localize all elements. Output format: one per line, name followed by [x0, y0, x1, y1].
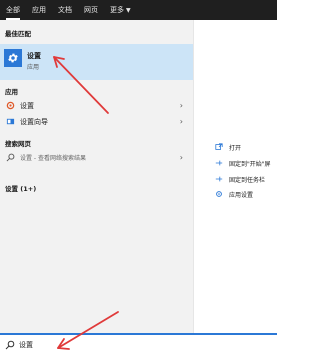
- tab-apps[interactable]: 应用: [26, 0, 52, 20]
- tab-all[interactable]: 全部: [0, 0, 26, 20]
- chevron-right-icon: ›: [179, 117, 183, 126]
- action-app-settings[interactable]: 应用设置: [214, 188, 253, 200]
- chevron-right-icon: ›: [179, 153, 183, 162]
- tab-more[interactable]: 更多 ▼: [104, 0, 137, 20]
- web-result[interactable]: 设置 - 查看网络搜索结果 ›: [0, 150, 193, 165]
- best-match-item[interactable]: 设置 应用: [0, 44, 193, 80]
- app-result-setup-wizard[interactable]: 设置向导 ›: [0, 114, 193, 129]
- pin-icon: [214, 175, 223, 184]
- action-pin-start[interactable]: 固定到"开始"屏: [214, 157, 271, 169]
- section-best-match: 最佳匹配: [5, 30, 31, 38]
- settings-app-icon: [5, 101, 15, 111]
- detail-pane: 打开 固定到"开始"屏 固定到任务栏 应用设置: [193, 20, 278, 333]
- search-box[interactable]: [0, 333, 277, 354]
- gear-icon: [214, 190, 223, 199]
- chevron-down-icon: ▼: [126, 6, 131, 14]
- search-input[interactable]: [19, 340, 259, 349]
- pin-icon: [214, 159, 223, 168]
- section-settings[interactable]: 设置 (1+): [5, 183, 36, 193]
- results-pane: 最佳匹配 设置 应用 应用 设置 › 设置向导 › 搜索网页 设置 - 查看网络…: [0, 20, 193, 333]
- section-web: 搜索网页: [5, 140, 31, 148]
- action-open[interactable]: 打开: [214, 141, 241, 153]
- tab-documents[interactable]: 文档: [52, 0, 78, 20]
- app-result-settings[interactable]: 设置 ›: [0, 98, 193, 113]
- action-pin-taskbar[interactable]: 固定到任务栏: [214, 173, 265, 185]
- gear-icon: [4, 49, 22, 67]
- search-icon: [5, 340, 15, 349]
- tab-web[interactable]: 网页: [78, 0, 104, 20]
- best-match-title: 设置: [27, 52, 41, 60]
- search-icon: [5, 153, 15, 163]
- search-scope-tabs: 全部 应用 文档 网页 更多 ▼: [0, 0, 277, 20]
- best-match-subtitle: 应用: [27, 64, 40, 71]
- section-apps: 应用: [5, 88, 18, 96]
- chevron-right-icon: ›: [179, 101, 183, 110]
- open-icon: [214, 143, 223, 152]
- wizard-icon: [5, 117, 15, 127]
